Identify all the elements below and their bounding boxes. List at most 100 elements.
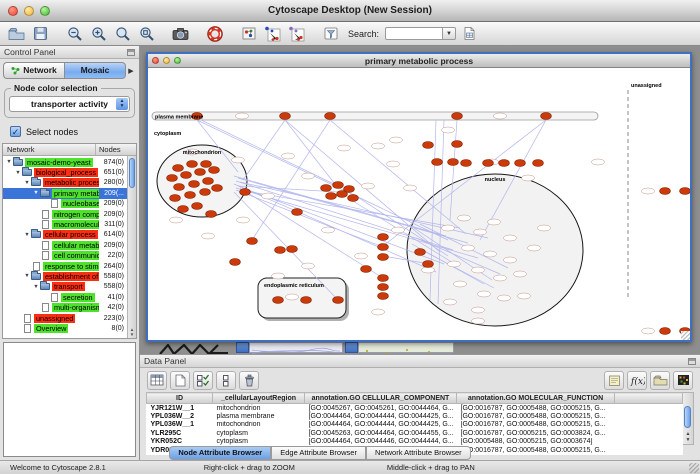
tree-row[interactable]: ▼metabolic process280(0): [3, 178, 127, 188]
selected-node[interactable]: [499, 160, 510, 167]
selected-node[interactable]: [206, 211, 217, 218]
node[interactable]: [498, 295, 511, 301]
selected-node[interactable]: [348, 195, 359, 202]
selected-node[interactable]: [167, 175, 178, 182]
node[interactable]: [474, 229, 487, 235]
tree-row[interactable]: cell communicat22(0): [3, 251, 127, 261]
node[interactable]: [458, 215, 471, 221]
selected-node[interactable]: [415, 249, 426, 256]
selected-node[interactable]: [173, 165, 184, 172]
selected-node[interactable]: [247, 238, 258, 245]
selected-node[interactable]: [533, 160, 544, 167]
tree-row[interactable]: nucleobase-209(0): [3, 199, 127, 209]
selected-node[interactable]: [212, 185, 223, 192]
selected-node[interactable]: [660, 188, 671, 195]
selected-node[interactable]: [200, 189, 211, 196]
tree-row[interactable]: cellular metabo209(0): [3, 240, 127, 250]
selected-node[interactable]: [292, 209, 303, 216]
search-input[interactable]: [385, 27, 443, 40]
column-go-cellular-component[interactable]: annotation.GO CELLULAR_COMPONENT: [305, 393, 457, 404]
close-window-icon[interactable]: [8, 6, 18, 16]
node[interactable]: [170, 217, 183, 223]
layout-icon-2[interactable]: [286, 24, 307, 44]
expand-arrow-icon[interactable]: ▼: [5, 159, 13, 165]
selected-node[interactable]: [378, 275, 389, 282]
column-id[interactable]: ID: [147, 393, 213, 404]
node[interactable]: [514, 271, 527, 277]
network-view-window[interactable]: primary metabolic process: [146, 52, 692, 342]
tab-edge-attribute-browser[interactable]: Edge Attribute Browser: [271, 446, 366, 460]
help-icon[interactable]: [204, 24, 225, 44]
selected-node[interactable]: [378, 234, 389, 241]
network-graph[interactable]: plasma membrane cytoplasm mitochondrion …: [148, 68, 690, 340]
selected-node[interactable]: [181, 172, 192, 179]
node[interactable]: [236, 113, 249, 119]
table-row[interactable]: YPL036W__1mitochondrion[GO:0044464, GO:0…: [147, 421, 683, 430]
tree-row[interactable]: ▼establishment of lo558(0): [3, 271, 127, 281]
float-data-panel-icon[interactable]: [688, 358, 696, 365]
node[interactable]: [494, 113, 507, 119]
selected-node[interactable]: [209, 167, 220, 174]
selected-node[interactable]: [333, 297, 344, 304]
selected-node[interactable]: [423, 142, 434, 149]
selected-node[interactable]: [378, 284, 389, 291]
zoom-window-icon[interactable]: [40, 6, 50, 16]
expand-arrow-icon[interactable]: ▼: [23, 232, 31, 238]
select-nodes-checkbox[interactable]: ✓: [10, 126, 21, 137]
tree-row[interactable]: secretion41(0): [3, 292, 127, 302]
function-builder-icon[interactable]: f(x): [627, 371, 647, 390]
selected-node[interactable]: [174, 184, 185, 191]
node[interactable]: [338, 145, 351, 151]
node[interactable]: [362, 183, 375, 189]
node[interactable]: [444, 299, 457, 305]
filter-icon[interactable]: [320, 24, 341, 44]
node[interactable]: [237, 217, 250, 223]
node[interactable]: [272, 273, 285, 279]
selected-node[interactable]: [432, 159, 443, 166]
selected-node[interactable]: [203, 178, 214, 185]
zoom-fit-icon[interactable]: [136, 24, 157, 44]
expand-arrow-icon[interactable]: ▼: [23, 180, 31, 186]
tab-mosaic[interactable]: Mosaic: [64, 62, 126, 79]
selected-node[interactable]: [192, 203, 203, 210]
tree-scrollbar[interactable]: ▲▼: [127, 156, 136, 338]
selected-node[interactable]: [287, 246, 298, 253]
open-icon[interactable]: [6, 24, 27, 44]
tree-row[interactable]: response to stimulu264(0): [3, 261, 127, 271]
selected-node[interactable]: [240, 189, 251, 196]
selected-node[interactable]: [361, 266, 372, 273]
selected-node[interactable]: [337, 191, 348, 198]
selected-node[interactable]: [452, 113, 463, 120]
selected-node[interactable]: [189, 181, 200, 188]
tree-row[interactable]: nitrogen compo209(0): [3, 209, 127, 219]
table-scrollbar-arrows[interactable]: ▲▼: [683, 431, 693, 443]
app-resize-grip[interactable]: [689, 463, 699, 473]
node[interactable]: [642, 328, 655, 334]
edit-attribute-icon[interactable]: [604, 371, 624, 390]
table-row[interactable]: YPL036W__2plasma membrane[GO:0044464, GO…: [147, 412, 683, 421]
selected-node[interactable]: [195, 169, 206, 176]
node[interactable]: [488, 219, 501, 225]
node[interactable]: [372, 309, 385, 315]
selected-node[interactable]: [273, 297, 284, 304]
selected-node[interactable]: [280, 113, 291, 120]
node[interactable]: [372, 143, 385, 149]
save-icon[interactable]: [30, 24, 51, 44]
node[interactable]: [454, 281, 467, 287]
selected-node[interactable]: [378, 254, 389, 261]
minimize-window-icon[interactable]: [24, 6, 34, 16]
node[interactable]: [448, 261, 461, 267]
snapshot-icon[interactable]: [170, 24, 191, 44]
tree-row[interactable]: ▼transport558(0): [3, 282, 127, 292]
tree-row[interactable]: macromolecule311(0): [3, 219, 127, 229]
zoom-selected-icon[interactable]: [112, 24, 133, 44]
node[interactable]: [478, 291, 491, 297]
vizmapper-icon[interactable]: [238, 24, 259, 44]
tree-column-nodes[interactable]: Nodes: [96, 144, 136, 155]
selected-node[interactable]: [378, 244, 389, 251]
node[interactable]: [422, 267, 435, 273]
zoom-in-icon[interactable]: [88, 24, 109, 44]
expand-arrow-icon[interactable]: ▼: [32, 190, 40, 196]
selected-node[interactable]: [423, 261, 434, 268]
delete-attribute-icon[interactable]: [239, 371, 259, 390]
